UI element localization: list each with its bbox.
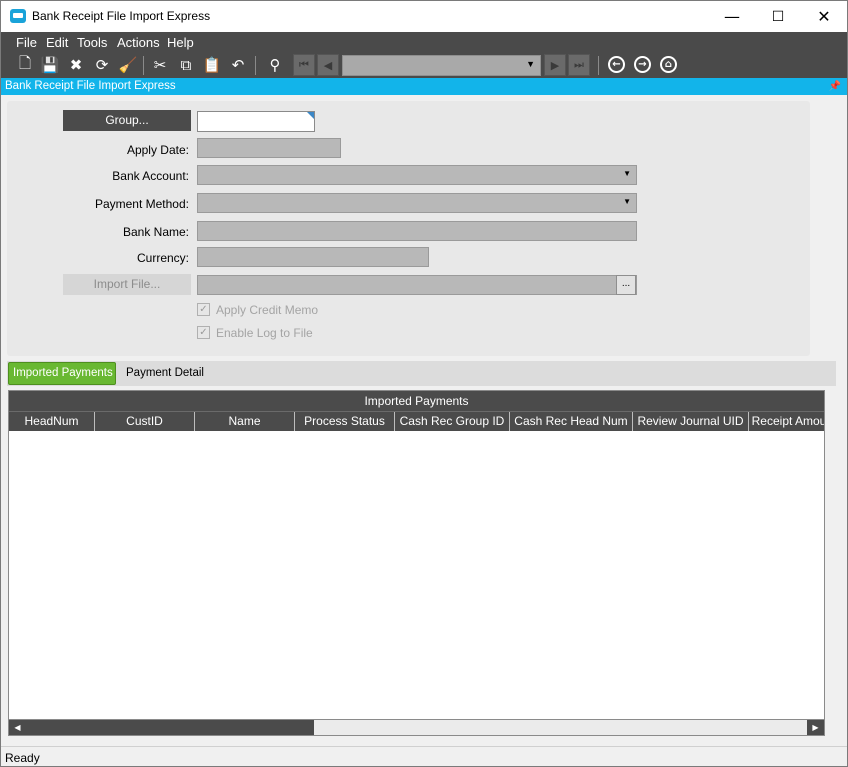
- app-icon: [10, 9, 26, 23]
- search-icon[interactable]: ⚲: [264, 54, 286, 76]
- record-navigator-combo[interactable]: ▼: [342, 55, 541, 76]
- payment-method-dropdown[interactable]: ▼: [197, 193, 637, 213]
- menu-tools[interactable]: Tools: [77, 35, 107, 50]
- cut-icon[interactable]: ✂: [149, 54, 171, 76]
- scroll-left-icon[interactable]: ◀: [9, 720, 26, 735]
- browse-button[interactable]: ...: [616, 275, 636, 295]
- currency-label: Currency:: [136, 251, 189, 265]
- chevron-down-icon: ▼: [526, 59, 535, 69]
- undo-icon[interactable]: ↶: [227, 54, 249, 76]
- currency-field[interactable]: [197, 247, 429, 267]
- menu-file[interactable]: File: [16, 35, 37, 50]
- scroll-right-icon[interactable]: ▶: [807, 720, 824, 735]
- window-title: Bank Receipt File Import Express: [32, 9, 211, 23]
- apply-credit-memo-label: Apply Credit Memo: [216, 303, 319, 317]
- bank-name-label: Bank Name:: [122, 225, 189, 239]
- menu-help[interactable]: Help: [167, 35, 194, 50]
- forward-icon[interactable]: →: [634, 56, 651, 73]
- column-header[interactable]: Review Journal UID: [633, 412, 749, 431]
- enable-log-checkbox[interactable]: ✓: [197, 326, 210, 339]
- group-button[interactable]: Group...: [63, 110, 191, 131]
- column-header[interactable]: Process Status: [295, 412, 395, 431]
- column-header[interactable]: HeadNum: [9, 412, 95, 431]
- pin-icon[interactable]: 📌: [829, 78, 841, 95]
- column-header[interactable]: Cash Rec Group ID: [395, 412, 510, 431]
- toolbar-separator: [255, 56, 256, 75]
- import-file-path-field[interactable]: ...: [197, 275, 637, 295]
- new-icon[interactable]: 🗋: [14, 54, 36, 76]
- delete-icon[interactable]: ✖: [65, 54, 87, 76]
- scrollbar-thumb[interactable]: [26, 720, 314, 735]
- imported-payments-grid: Imported Payments HeadNum CustID Name Pr…: [8, 390, 825, 736]
- next-record-icon[interactable]: ▶: [544, 54, 566, 76]
- menu-actions[interactable]: Actions: [117, 35, 160, 50]
- toolbar: 🗋 💾 ✖ ⟳ 🧹 ✂ ⧉ 📋 ↶ ⚲ ⏮ ◀ ▼ ▶ ⏭ ← → ⌂: [1, 53, 847, 78]
- bank-account-dropdown[interactable]: ▼: [197, 165, 637, 185]
- bank-account-label: Bank Account:: [112, 169, 189, 183]
- back-icon[interactable]: ←: [608, 56, 625, 73]
- chevron-down-icon: ▼: [623, 197, 631, 206]
- status-bar: Ready: [1, 746, 847, 766]
- previous-record-icon[interactable]: ◀: [317, 54, 339, 76]
- title-bar: Bank Receipt File Import Express — ☐ ✕: [1, 1, 847, 32]
- enable-log-label: Enable Log to File: [216, 326, 313, 340]
- menu-edit[interactable]: Edit: [46, 35, 68, 50]
- bank-name-field[interactable]: [197, 221, 637, 241]
- toolbar-separator: [598, 56, 599, 75]
- tab-payment-detail[interactable]: Payment Detail: [122, 362, 208, 385]
- apply-date-field[interactable]: [197, 138, 341, 158]
- work-area: Group... Apply Date: Bank Account: ▼ Pay…: [1, 95, 847, 746]
- apply-date-label: Apply Date:: [126, 143, 189, 157]
- save-icon[interactable]: 💾: [39, 54, 61, 76]
- minimize-button[interactable]: —: [709, 1, 755, 32]
- application-window: Bank Receipt File Import Express — ☐ ✕ F…: [0, 0, 848, 767]
- first-record-icon[interactable]: ⏮: [293, 54, 315, 76]
- apply-credit-memo-checkbox[interactable]: ✓: [197, 303, 210, 316]
- group-input[interactable]: [197, 111, 315, 132]
- payment-method-label: Payment Method:: [94, 197, 189, 211]
- home-icon[interactable]: ⌂: [660, 56, 677, 73]
- column-header[interactable]: CustID: [95, 412, 195, 431]
- horizontal-scrollbar[interactable]: ◀ ▶: [8, 719, 825, 736]
- column-header[interactable]: Cash Rec Head Num: [510, 412, 633, 431]
- tab-imported-payments[interactable]: Imported Payments: [8, 362, 116, 385]
- grid-header-row: HeadNum CustID Name Process Status Cash …: [9, 411, 824, 431]
- form-panel: Group... Apply Date: Bank Account: ▼ Pay…: [7, 101, 810, 356]
- close-button[interactable]: ✕: [801, 1, 847, 32]
- column-header[interactable]: Receipt Amou: [749, 412, 824, 431]
- paste-icon[interactable]: 📋: [201, 54, 223, 76]
- maximize-button[interactable]: ☐: [755, 1, 801, 32]
- column-header[interactable]: Name: [195, 412, 295, 431]
- copy-icon[interactable]: ⧉: [175, 54, 197, 76]
- chevron-down-icon: ▼: [623, 169, 631, 178]
- panel-title: Bank Receipt File Import Express: [5, 80, 176, 92]
- tab-strip: Imported Payments Payment Detail: [7, 361, 836, 386]
- status-text: Ready: [5, 751, 40, 765]
- panel-header: Bank Receipt File Import Express 📌: [1, 78, 847, 95]
- grid-title: Imported Payments: [9, 391, 824, 411]
- menu-bar: File Edit Tools Actions Help: [1, 32, 847, 53]
- refresh-icon[interactable]: ⟳: [91, 54, 113, 76]
- last-record-icon[interactable]: ⏭: [568, 54, 590, 76]
- import-file-button[interactable]: Import File...: [63, 274, 191, 295]
- clear-icon[interactable]: 🧹: [117, 54, 139, 76]
- toolbar-separator: [143, 56, 144, 75]
